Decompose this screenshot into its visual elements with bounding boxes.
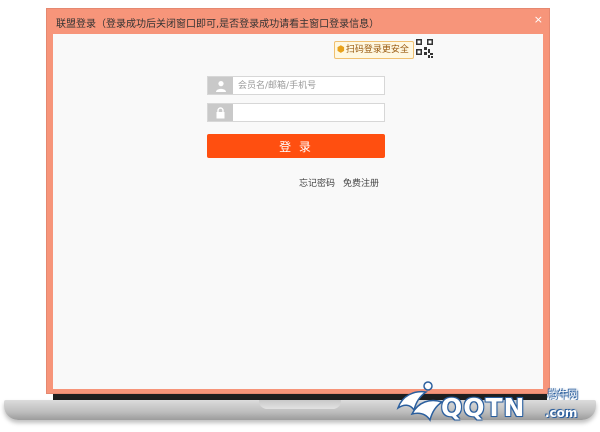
password-field[interactable] — [207, 103, 385, 122]
login-button[interactable]: 登 录 — [207, 134, 385, 158]
login-window: 联盟登录（登录成功后关闭窗口即可,是否登录成功请看主窗口登录信息） × ⬢扫码登… — [46, 8, 550, 394]
watermark-text: QQTN — [441, 393, 526, 422]
watermark-logo-icon — [396, 381, 444, 422]
user-icon — [208, 77, 233, 94]
watermark-cn: 腾牛网 — [548, 390, 578, 401]
window-title: 联盟登录（登录成功后关闭窗口即可,是否登录成功请看主窗口登录信息） — [56, 19, 380, 30]
qr-tip-label: 扫码登录更安全 — [345, 45, 409, 55]
close-button[interactable]: × — [534, 13, 543, 26]
shield-icon: ⬢ — [337, 45, 345, 55]
qr-code-icon[interactable] — [416, 39, 434, 59]
login-panel: ⬢扫码登录更安全 登 录 忘记密码 免费注册 — [53, 34, 543, 389]
username-input[interactable] — [238, 78, 378, 93]
password-input[interactable] — [238, 105, 378, 120]
qr-login-tip[interactable]: ⬢扫码登录更安全 — [334, 41, 414, 59]
laptop-notch — [259, 400, 341, 409]
watermark-suffix: .com — [545, 406, 578, 420]
register-link[interactable]: 免费注册 — [343, 176, 379, 189]
forgot-password-link[interactable]: 忘记密码 — [299, 176, 335, 189]
username-field[interactable] — [207, 76, 385, 95]
lock-icon — [208, 104, 233, 121]
